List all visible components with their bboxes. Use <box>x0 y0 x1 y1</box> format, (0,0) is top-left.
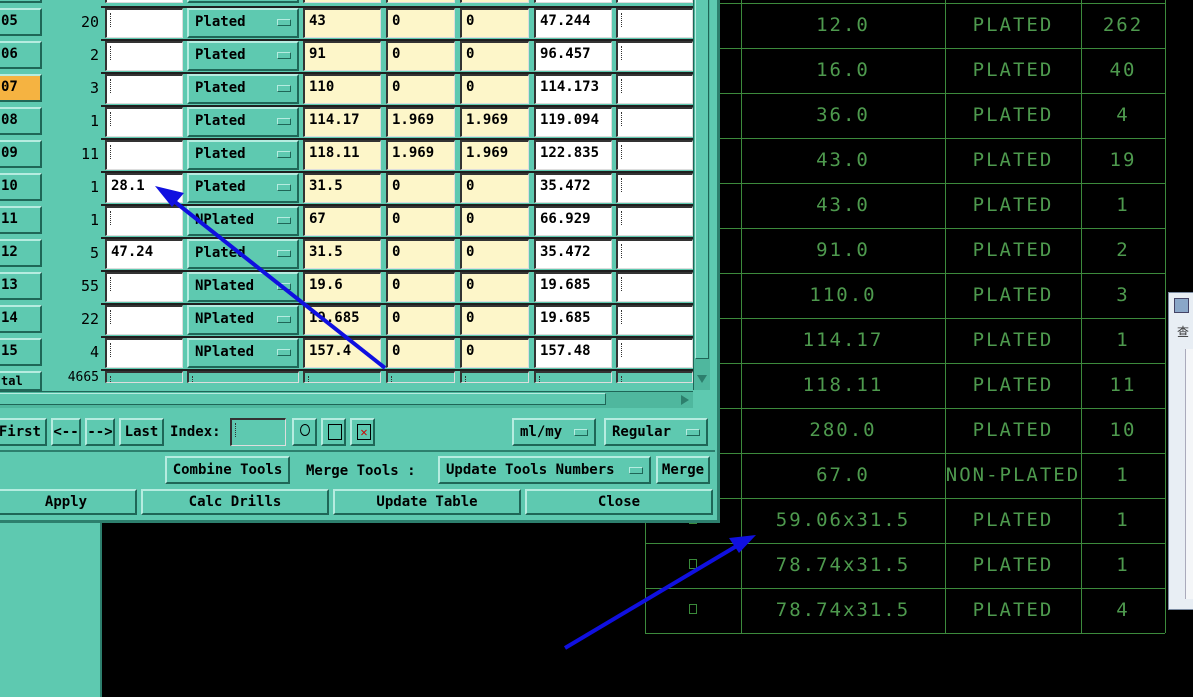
annotation-arrows <box>155 186 756 650</box>
arrow-to-slot-size <box>563 535 756 650</box>
arrow-to-finished-size <box>155 186 387 370</box>
